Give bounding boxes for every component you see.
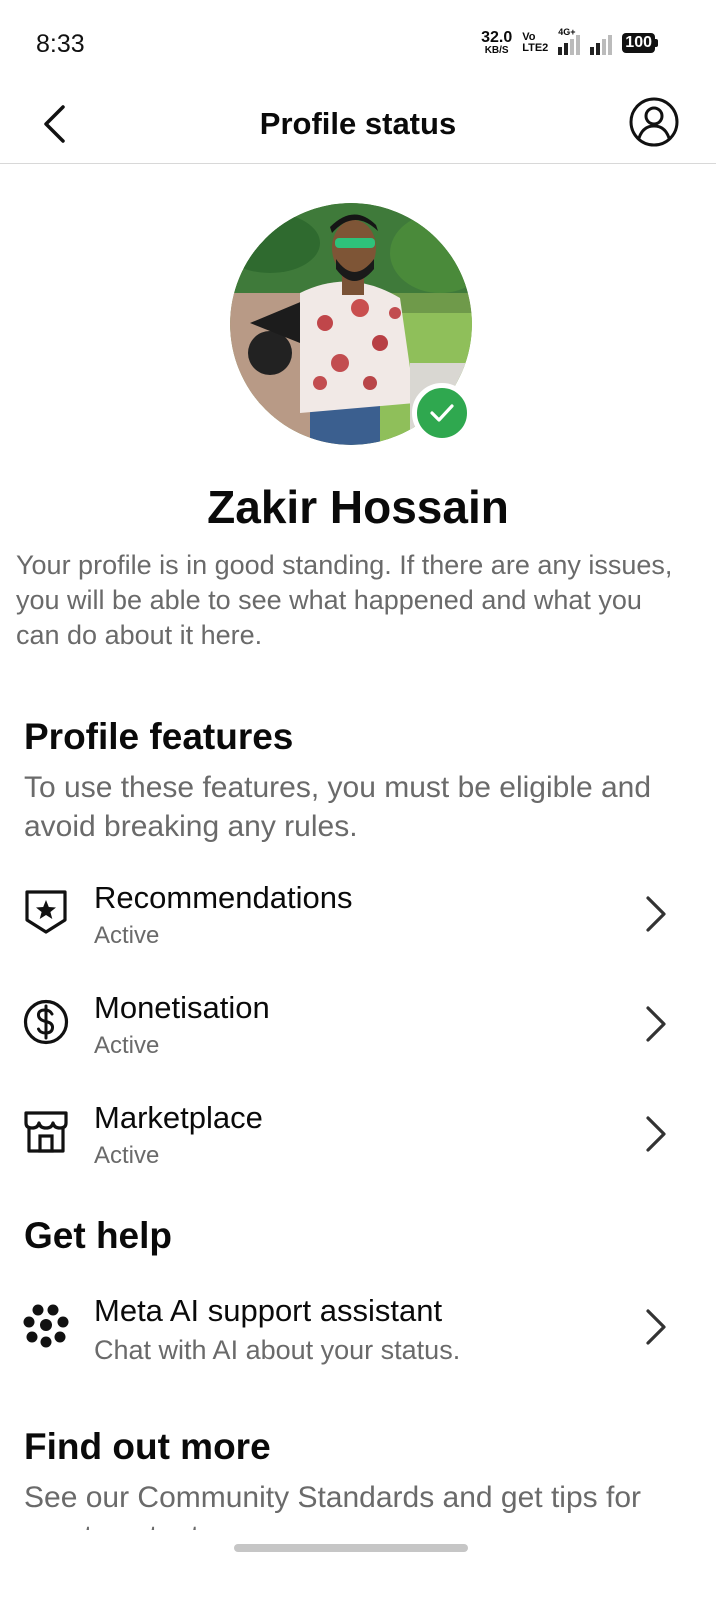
profile-avatar-container bbox=[230, 203, 472, 445]
battery-icon: 100 bbox=[622, 33, 658, 53]
network-speed-unit: KB/S bbox=[484, 45, 509, 56]
help-item-subtitle: Chat with AI about your status. bbox=[94, 1335, 461, 1365]
checkmark-icon bbox=[430, 404, 454, 422]
profile-name: Zakir Hossain bbox=[207, 481, 509, 533]
shield-star-icon bbox=[22, 888, 70, 936]
feature-status: Active bbox=[94, 1032, 160, 1059]
user-circle-icon bbox=[629, 97, 679, 147]
feature-row-marketplace[interactable]: Marketplace Active bbox=[0, 1100, 716, 1200]
feature-label: Marketplace bbox=[94, 1100, 263, 1135]
chevron-right-icon bbox=[646, 1116, 666, 1152]
chevron-right-icon bbox=[646, 1006, 666, 1042]
network-speed: 32.0 KB/S bbox=[481, 30, 512, 56]
help-item-label: Meta AI support assistant bbox=[94, 1293, 443, 1328]
verified-badge bbox=[412, 383, 472, 443]
app-header: Profile status bbox=[0, 86, 716, 164]
bottom-mask bbox=[0, 1530, 716, 1600]
volte-lte-label: LTE2 bbox=[522, 42, 549, 54]
network-type: 4G+ bbox=[558, 27, 576, 37]
feature-label: Monetisation bbox=[94, 990, 270, 1025]
feature-status: Active bbox=[94, 1142, 160, 1169]
feature-label: Recommendations bbox=[94, 880, 353, 915]
volte-indicator: Vo LTE2 bbox=[522, 32, 548, 54]
battery-level: 100 bbox=[622, 33, 655, 53]
status-indicators: 32.0 KB/S Vo LTE2 4G+ 100 bbox=[481, 27, 658, 56]
account-button[interactable] bbox=[628, 96, 680, 148]
features-section-title: Profile features bbox=[24, 716, 294, 757]
chevron-right-icon bbox=[646, 896, 666, 932]
signal-sim2-icon bbox=[590, 31, 613, 55]
storefront-icon bbox=[22, 1108, 70, 1156]
dollar-circle-icon bbox=[22, 998, 70, 1046]
feature-row-recommendations[interactable]: Recommendations Active bbox=[0, 880, 716, 980]
chevron-right-icon bbox=[646, 1309, 666, 1345]
feature-status: Active bbox=[94, 922, 160, 949]
network-speed-value: 32.0 bbox=[481, 29, 513, 46]
help-section-title: Get help bbox=[24, 1215, 173, 1256]
meta-ai-icon bbox=[22, 1301, 70, 1349]
status-time: 8:33 bbox=[36, 30, 85, 58]
help-row-meta-ai[interactable]: Meta AI support assistant Chat with AI a… bbox=[0, 1293, 716, 1393]
features-section-description: To use these features, you must be eligi… bbox=[24, 771, 652, 843]
standing-description: Your profile is in good standing. If the… bbox=[16, 550, 673, 650]
feature-row-monetisation[interactable]: Monetisation Active bbox=[0, 990, 716, 1090]
page-title: Profile status bbox=[259, 106, 457, 141]
status-bar: 8:33 32.0 KB/S Vo LTE2 4G+ 100 bbox=[0, 0, 716, 86]
home-indicator[interactable] bbox=[234, 1544, 468, 1552]
signal-sim1-icon: 4G+ bbox=[558, 27, 581, 55]
more-section-title: Find out more bbox=[24, 1426, 271, 1467]
